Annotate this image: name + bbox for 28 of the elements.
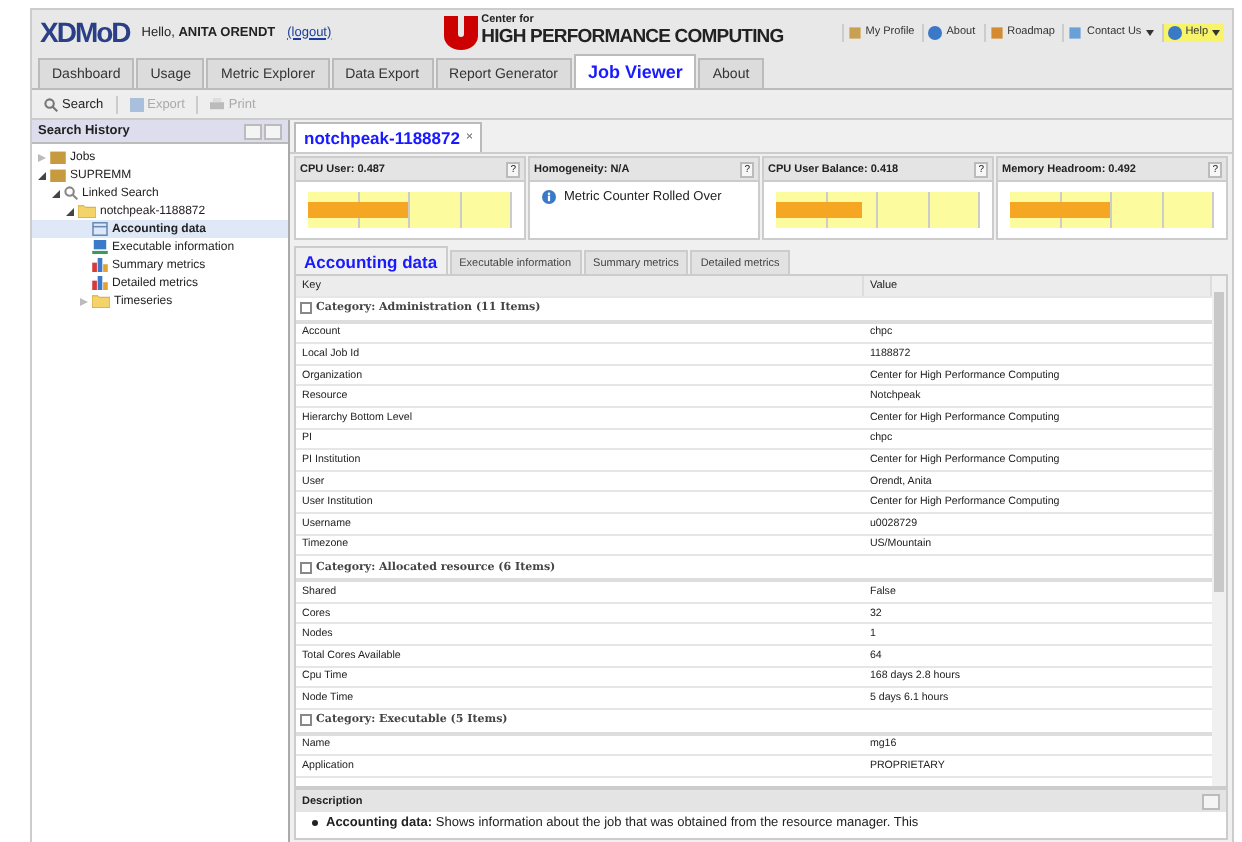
- info-icon: [928, 25, 943, 39]
- collapse-arrow-icon[interactable]: [38, 171, 46, 179]
- collapse-arrow-icon[interactable]: [52, 189, 60, 197]
- collapse-icon[interactable]: [300, 714, 312, 727]
- table-icon: [92, 222, 108, 236]
- printer-icon: [210, 97, 225, 111]
- scrollbar[interactable]: [1212, 276, 1226, 786]
- center-title: HIGH PERFORMANCE COMPUTING: [481, 27, 784, 48]
- u-logo-icon: [443, 15, 478, 49]
- section-tab[interactable]: Accounting data: [294, 246, 448, 274]
- collapse-icon[interactable]: [300, 302, 312, 315]
- expand-arrow-icon[interactable]: [80, 297, 88, 305]
- search-icon: [44, 97, 58, 111]
- bullet-icon: [312, 820, 318, 826]
- bar-chart-icon: [92, 258, 108, 272]
- collapse-icon[interactable]: [300, 561, 312, 574]
- nav-tab[interactable]: Job Viewer: [574, 54, 697, 88]
- help-icon: [1167, 25, 1182, 39]
- caret-icon: [1145, 29, 1154, 35]
- caret-icon: [1212, 29, 1220, 35]
- computer-icon: [92, 240, 108, 254]
- info-icon: [542, 190, 556, 204]
- expand-arrow-icon[interactable]: [38, 153, 46, 161]
- folder-icon: [92, 294, 110, 308]
- bar-chart-icon: [92, 276, 108, 290]
- search-icon: [64, 186, 78, 200]
- logo: XDMoD: [40, 16, 130, 48]
- collapse-arrow-icon[interactable]: [66, 207, 74, 215]
